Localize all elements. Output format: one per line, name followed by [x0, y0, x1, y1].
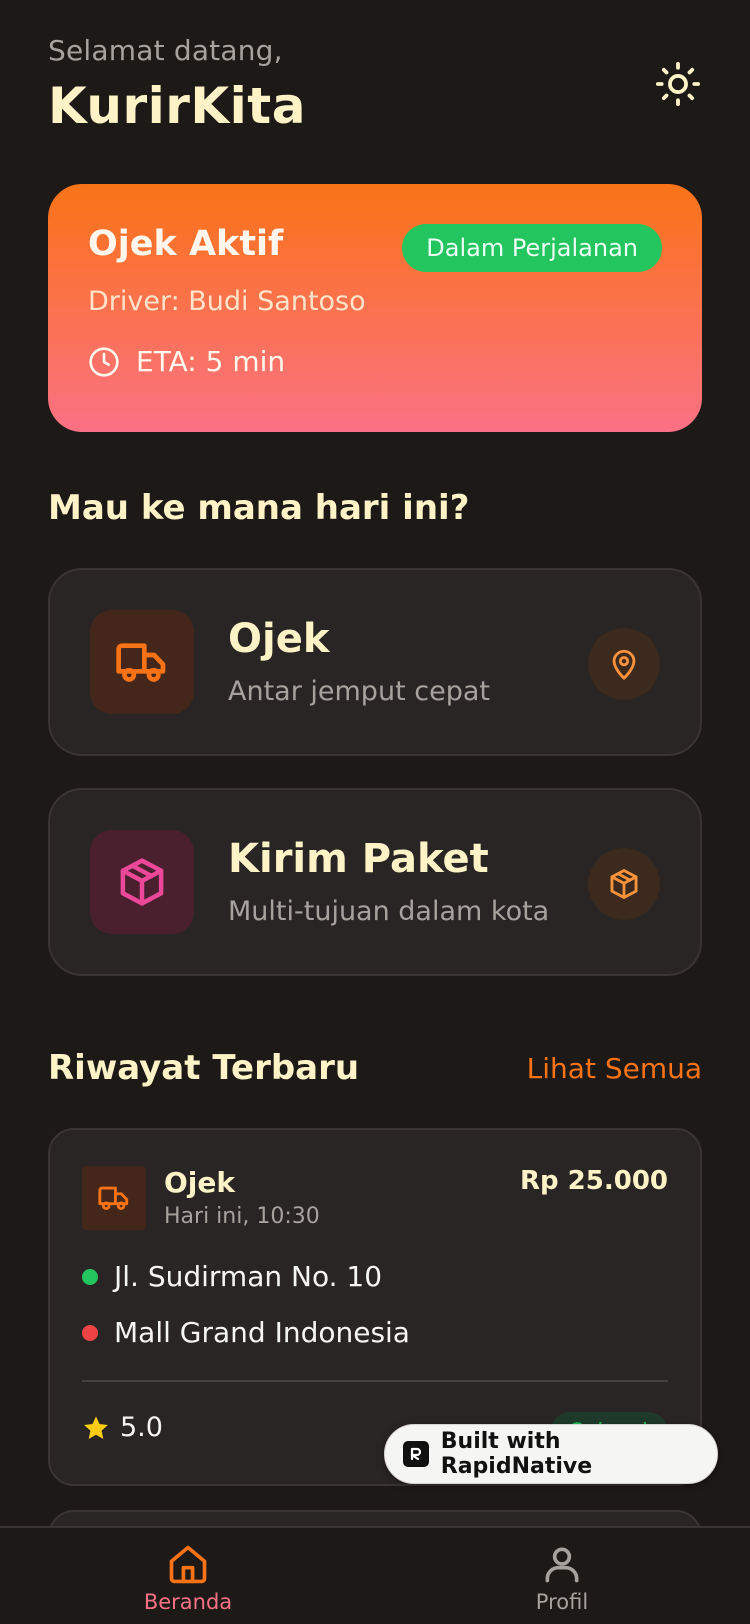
- clock-icon: [89, 346, 119, 377]
- status-badge: Dalam Perjalanan: [402, 224, 662, 272]
- service-icon-box: [90, 610, 194, 714]
- app-screen: Selamat datang, KurirKita Ojek Aktif Dal…: [0, 0, 750, 1624]
- nav-label: Beranda: [143, 1590, 233, 1614]
- truck-icon: [98, 1186, 129, 1211]
- driver-name: Driver: Budi Santoso: [88, 286, 366, 317]
- history-heading: Riwayat Terbaru: [48, 1048, 360, 1088]
- history-time: Hari ini, 10:30: [164, 1204, 320, 1229]
- built-with-text: Built with RapidNative: [440, 1429, 593, 1479]
- dropoff-dot-icon: [82, 1324, 98, 1341]
- dropoff-row: Mall Grand Indonesia: [82, 1316, 410, 1349]
- rapidnative-logo-icon: [403, 1441, 429, 1467]
- greeting-text: Selamat datang,: [48, 34, 283, 67]
- truck-icon: [116, 643, 166, 682]
- service-title: Ojek: [228, 616, 330, 662]
- dropoff-address: Mall Grand Indonesia: [114, 1316, 410, 1349]
- divider: [82, 1380, 668, 1382]
- history-price: Rp 25.000: [519, 1166, 668, 1196]
- map-pin-icon: [612, 649, 636, 680]
- service-subtitle: Antar jemput cepat: [228, 676, 490, 707]
- built-with-badge[interactable]: Built with RapidNative: [384, 1424, 718, 1484]
- service-card-ojek[interactable]: Ojek Antar jemput cepat: [48, 568, 702, 756]
- package-icon: [120, 858, 164, 906]
- pickup-row: Jl. Sudirman No. 10: [82, 1260, 382, 1293]
- nav-label: Profil: [535, 1590, 589, 1614]
- bottom-nav: Beranda Profil: [0, 1526, 750, 1624]
- star-icon: [84, 1415, 108, 1439]
- eta-row: ETA: 5 min: [88, 345, 662, 378]
- service-subtitle: Multi-tujuan dalam kota: [228, 896, 550, 927]
- service-action-button[interactable]: [588, 628, 660, 700]
- rating: 5.0: [82, 1412, 163, 1443]
- nav-item-beranda[interactable]: Beranda: [118, 1542, 258, 1614]
- service-icon-box: [90, 830, 194, 934]
- app-title: KurirKita: [48, 77, 306, 135]
- service-action-button[interactable]: [588, 848, 660, 920]
- history-icon-box: [82, 1166, 146, 1230]
- service-card-kirim-paket[interactable]: Kirim Paket Multi-tujuan dalam kota: [48, 788, 702, 976]
- services-heading: Mau ke mana hari ini?: [48, 488, 470, 528]
- header: Selamat datang, KurirKita: [48, 34, 702, 135]
- history-type: Ojek: [164, 1166, 236, 1199]
- home-icon: [169, 1545, 207, 1584]
- see-all-link[interactable]: Lihat Semua: [527, 1052, 702, 1085]
- user-icon: [545, 1547, 579, 1583]
- pickup-address: Jl. Sudirman No. 10: [114, 1260, 383, 1293]
- pickup-dot-icon: [82, 1268, 98, 1285]
- eta-text: ETA: 5 min: [136, 345, 286, 378]
- package-icon: [610, 869, 638, 899]
- service-title: Kirim Paket: [228, 836, 489, 882]
- active-ride-card[interactable]: Ojek Aktif Dalam Perjalanan Driver: Budi…: [48, 184, 702, 432]
- theme-toggle-button[interactable]: [654, 60, 702, 108]
- nav-item-profil[interactable]: Profil: [492, 1542, 632, 1614]
- rating-value: 5.0: [120, 1412, 163, 1443]
- sun-icon: [655, 61, 701, 107]
